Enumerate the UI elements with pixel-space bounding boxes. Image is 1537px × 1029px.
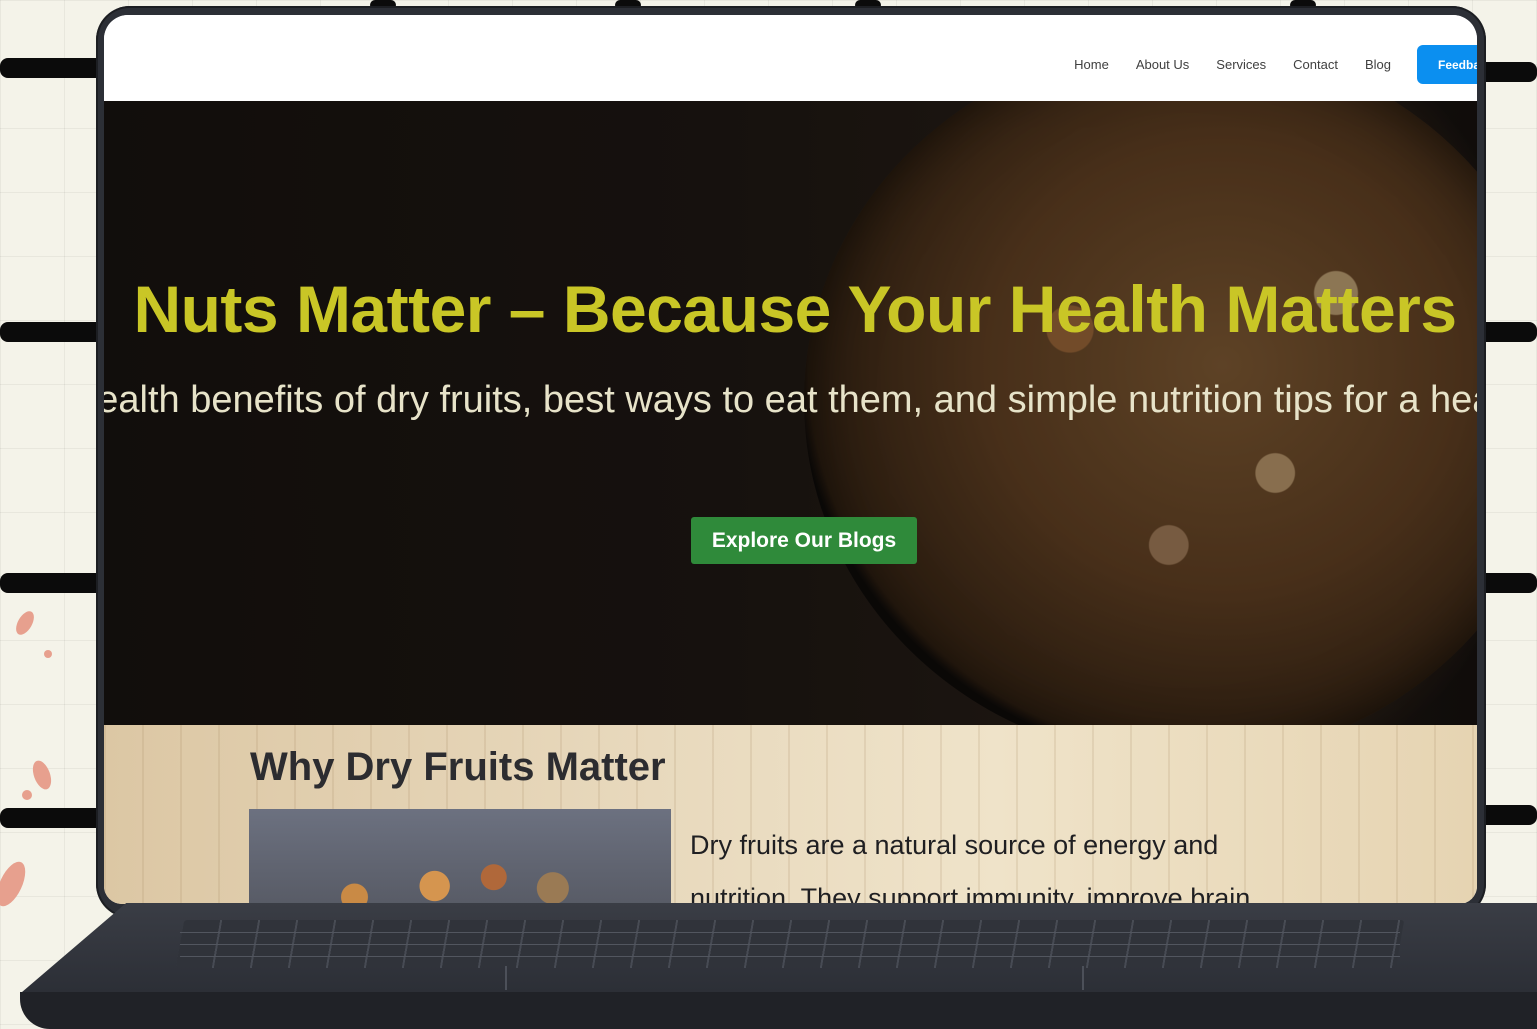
background-stripe bbox=[0, 808, 110, 828]
keyboard-row bbox=[179, 956, 1401, 957]
hero-title: Nuts Matter – Because Your Health Matter… bbox=[133, 272, 1457, 346]
hero-subtitle: Discover the health benefits of dry frui… bbox=[104, 379, 1477, 421]
why-dry-fruits-section: Why Dry Fruits Matter Dry fruits are a n… bbox=[104, 725, 1477, 904]
background-stripe bbox=[0, 58, 110, 78]
background-stripe bbox=[0, 573, 110, 593]
keyboard-row bbox=[179, 944, 1401, 945]
hero-section: Nuts Matter – Because Your Health Matter… bbox=[104, 101, 1477, 725]
site-navbar: Home About Us Services Contact Blog Feed… bbox=[104, 15, 1477, 101]
nav-link-services[interactable]: Services bbox=[1216, 57, 1266, 72]
nav-link-about-us[interactable]: About Us bbox=[1136, 57, 1189, 72]
decorative-speck bbox=[22, 790, 32, 800]
section-title: Why Dry Fruits Matter bbox=[250, 745, 666, 789]
feedback-button[interactable]: Feedback bbox=[1417, 45, 1477, 84]
section-text: Dry fruits are a natural source of energ… bbox=[690, 830, 1251, 904]
laptop-base-front bbox=[20, 992, 1537, 1029]
decorative-speck bbox=[44, 650, 52, 658]
nav-link-blog[interactable]: Blog bbox=[1365, 57, 1391, 72]
explore-blogs-button[interactable]: Explore Our Blogs bbox=[691, 517, 917, 564]
nav-links: Home About Us Services Contact Blog bbox=[1074, 57, 1391, 72]
nav-link-contact[interactable]: Contact bbox=[1293, 57, 1338, 72]
keyboard-row bbox=[179, 932, 1401, 933]
background-stripe bbox=[0, 322, 110, 342]
nav-link-home[interactable]: Home bbox=[1074, 57, 1109, 72]
laptop-screen: Home About Us Services Contact Blog Feed… bbox=[104, 15, 1477, 904]
laptop-trackpad bbox=[505, 966, 1084, 990]
dry-fruits-image bbox=[249, 809, 671, 904]
